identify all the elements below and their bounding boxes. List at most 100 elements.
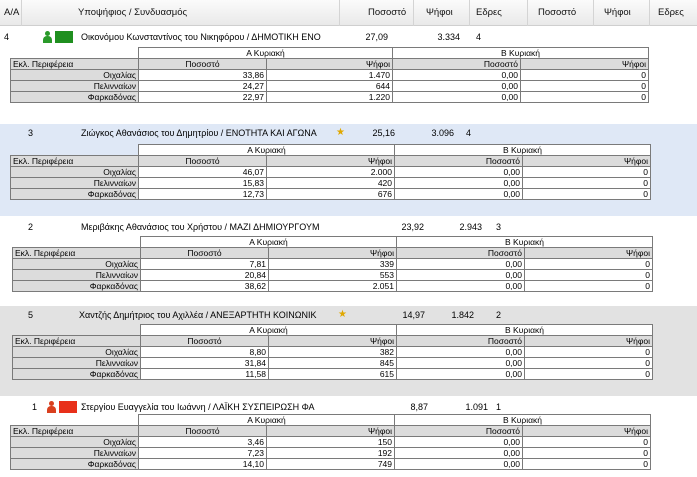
candidate-votes: 3.334 [437,32,460,42]
region-name: Πελινναίων [12,357,141,369]
region-row: Πελινναίων 7,23 192 0,00 0 [10,447,651,459]
region-votes-b: 0 [522,188,651,200]
candidate-seats: 2 [496,310,502,320]
votes-b-header: Ψήφοι [520,58,649,70]
pct-a-header: Ποσοστό [138,425,267,437]
votes-b-header: Ψήφοι [524,335,653,347]
region-name: Φαρκαδόνας [10,458,139,470]
region-pct-a: 3,46 [138,436,267,448]
votes-a-header: Ψήφοι [266,58,393,70]
region-pct-b: 0,00 [396,346,525,358]
region-pct-b: 0,00 [392,91,521,103]
region-header: Εκλ. Περιφέρεια [10,425,139,437]
region-pct-b: 0,00 [394,458,523,470]
votes-a-header: Ψήφοι [266,425,395,437]
region-pct-a: 24,27 [138,80,267,92]
region-header: Εκλ. Περιφέρεια [12,335,141,347]
region-name: Πελινναίων [10,177,139,189]
region-row: Πελινναίων 31,84 845 0,00 0 [12,357,653,369]
region-header: Εκλ. Περιφέρεια [12,247,141,259]
region-pct-a: 31,84 [140,357,269,369]
region-row: Οιχαλίας 7,81 339 0,00 0 [12,258,653,270]
region-pct-a: 46,07 [138,166,267,178]
region-breakdown-table: Α Κυριακή Β Κυριακή Εκλ. Περιφέρεια Ποσοστό… [10,47,649,103]
region-pct-a: 11,58 [140,368,269,380]
candidate-number: 4 [4,32,10,42]
region-votes-b: 0 [520,69,649,81]
candidate-row[interactable]: 2 Μεριβάκης Αθανάσιος του Χρήστου / ΜΑΖΙ … [0,218,697,236]
region-pct-a: 8,80 [140,346,269,358]
round-a-header: Α Κυριακή [140,236,397,248]
votes-b-header: Ψήφοι [524,247,653,259]
region-name: Φαρκαδόνας [10,91,139,103]
region-name: Οιχαλίας [12,258,141,270]
candidate-block: 3 Ζιώγκος Αθανάσιος του Δημητρίου / ΕΝΟΤΗ… [0,124,697,216]
region-row: Πελινναίων 20,84 553 0,00 0 [12,269,653,281]
candidate-name: Οικονόμου Κωνσταντίνος του Νικηφόρου / Δ… [81,32,321,42]
column-header-seats-2[interactable]: Εδρες [650,0,697,26]
round-a-header: Α Κυριακή [138,47,393,59]
region-name: Οιχαλίας [12,346,141,358]
candidate-row[interactable]: 5 Χαντζής Δημήτριος του Αχιλλέα / ΑΝΕΞΑΡΤ… [0,306,697,324]
candidate-number: 2 [28,222,34,232]
round-b-header: Β Κυριακή [392,47,649,59]
column-header-aa[interactable]: Α/Α [0,0,22,26]
region-votes-b: 0 [522,447,651,459]
region-row: Οιχαλίας 3,46 150 0,00 0 [10,436,651,448]
region-votes-a: 749 [266,458,395,470]
candidate-number: 3 [28,128,34,138]
votes-b-header: Ψήφοι [522,425,651,437]
column-header-votes-2[interactable]: Ψήφοι [594,0,650,26]
region-pct-a: 20,84 [140,269,269,281]
candidate-row[interactable]: 4 Οικονόμου Κωνσταντίνος του Νικηφόρου / … [0,28,697,46]
candidate-block: 4 Οικονόμου Κωνσταντίνος του Νικηφόρου / … [0,28,697,120]
region-name: Οιχαλίας [10,69,139,81]
candidate-block: 2 Μεριβάκης Αθανάσιος του Χρήστου / ΜΑΖΙ … [0,218,697,310]
region-breakdown-table: Α Κυριακή Β Κυριακή Εκλ. Περιφέρεια Ποσοστό… [10,144,651,200]
region-votes-a: 553 [268,269,397,281]
region-votes-a: 1.220 [266,91,393,103]
pct-b-header: Ποσοστό [394,425,523,437]
region-votes-b: 0 [524,357,653,369]
region-pct-a: 33,86 [138,69,267,81]
column-header-seats[interactable]: Εδρες [470,0,528,26]
votes-b-header: Ψήφοι [522,155,651,167]
region-row: Οιχαλίας 46,07 2.000 0,00 0 [10,166,651,178]
region-pct-b: 0,00 [394,436,523,448]
region-breakdown-table: Α Κυριακή Β Κυριακή Εκλ. Περιφέρεια Ποσοστό… [10,414,651,470]
candidate-seats: 4 [476,32,482,42]
candidate-row[interactable]: 3 Ζιώγκος Αθανάσιος του Δημητρίου / ΕΝΟΤΗ… [0,124,697,142]
candidate-votes: 1.842 [451,310,474,320]
region-row: Φαρκαδόνας 38,62 2.051 0,00 0 [12,280,653,292]
region-name: Φαρκαδόνας [10,188,139,200]
column-header-candidate[interactable]: Υποψήφιος / Συνδυασμός [22,0,340,26]
pct-b-header: Ποσοστό [392,58,521,70]
region-votes-a: 615 [268,368,397,380]
region-pct-b: 0,00 [392,80,521,92]
region-votes-a: 339 [268,258,397,270]
candidate-seats: 3 [496,222,502,232]
region-pct-a: 38,62 [140,280,269,292]
candidate-pct: 27,09 [365,32,388,42]
pct-b-header: Ποσοστό [394,155,523,167]
region-pct-b: 0,00 [396,269,525,281]
pct-a-header: Ποσοστό [138,155,267,167]
candidate-block: 1 Στεργίου Ευαγγελία του Ιωάννη / ΛΑΪΚΗ Σ… [0,398,697,477]
column-header-pct-2[interactable]: Ποσοστό [528,0,594,26]
region-votes-a: 1.470 [266,69,393,81]
person-icon [42,31,54,43]
region-pct-b: 0,00 [394,447,523,459]
round-a-header: Α Κυριακή [138,144,395,156]
region-name: Οιχαλίας [10,436,139,448]
region-pct-b: 0,00 [396,357,525,369]
region-pct-b: 0,00 [394,188,523,200]
candidate-pct: 23,92 [401,222,424,232]
region-pct-a: 7,23 [138,447,267,459]
pct-a-header: Ποσοστό [138,58,267,70]
region-votes-a: 420 [266,177,395,189]
candidate-name: Ζιώγκος Αθανάσιος του Δημητρίου / ΕΝΟΤΗΤ… [81,128,317,138]
column-header-pct[interactable]: Ποσοστό [340,0,414,26]
candidate-votes: 2.943 [459,222,482,232]
column-header-votes[interactable]: Ψήφοι [414,0,470,26]
region-pct-a: 15,83 [138,177,267,189]
